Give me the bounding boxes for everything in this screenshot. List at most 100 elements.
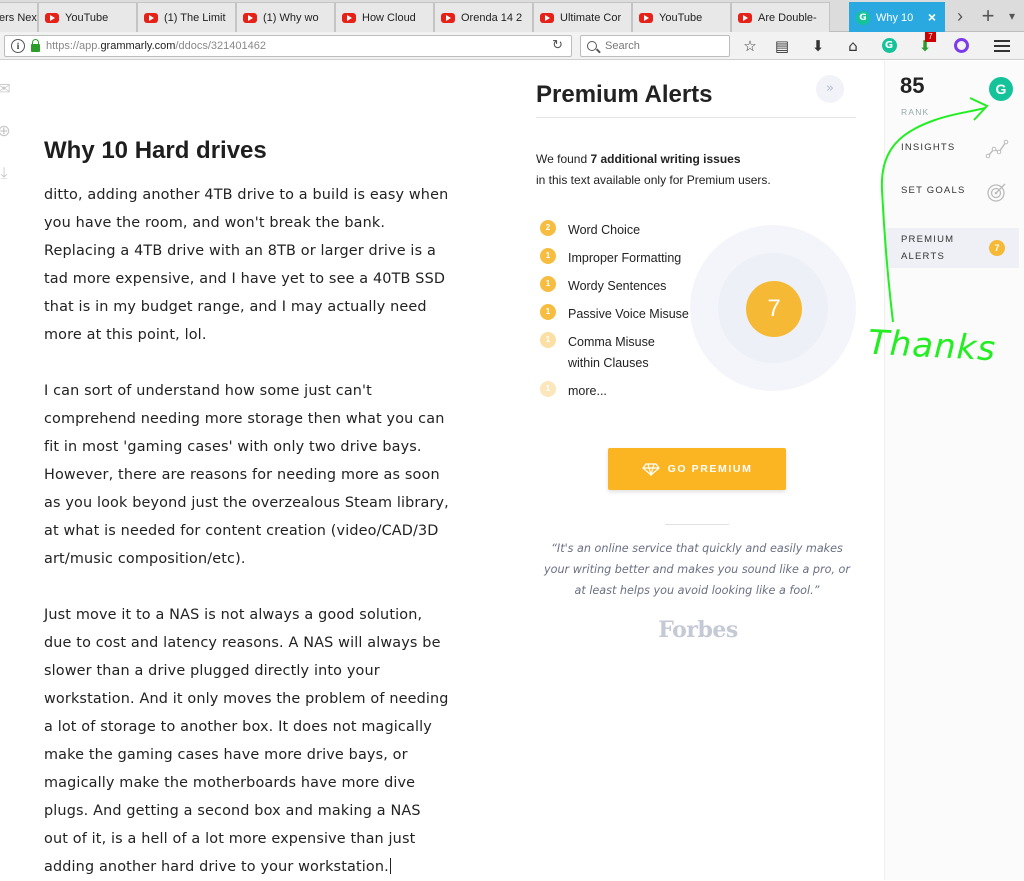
browser-tab-7[interactable]: YouTube: [632, 2, 731, 32]
download-badge: 7: [925, 32, 936, 42]
paragraph[interactable]: I can sort of understand how some just c…: [44, 377, 449, 573]
tab-label: (1) The Limit: [164, 11, 226, 24]
insights-chart-icon: [985, 137, 1009, 161]
tab-scroll-right-button[interactable]: ›: [948, 4, 972, 30]
forbes-logo: Forbes: [658, 617, 738, 643]
info-icon[interactable]: i: [11, 39, 25, 53]
url-text[interactable]: https://app.grammarly.com/ddocs/32140146…: [46, 40, 266, 52]
left-toolbar: ✉ ⊕ ⤓: [0, 61, 20, 191]
issue-count-badge: 1: [540, 248, 556, 264]
youtube-icon: [45, 12, 59, 23]
text-caret: [389, 858, 391, 874]
browser-tab-8[interactable]: Are Double-: [731, 2, 830, 32]
browser-tab-0[interactable]: ers Nex: [0, 2, 38, 32]
sidebar-item-insights[interactable]: INSIGHTS: [885, 131, 1019, 171]
grammarly-editor-page: ✉ ⊕ ⤓ Why 10 Hard drives ditto, adding a…: [0, 61, 1024, 880]
download-manager-icon[interactable]: ⬇ 7: [915, 32, 936, 55]
tab-label: Why 10: [876, 11, 914, 24]
youtube-icon: [243, 12, 257, 23]
browser-tab-2[interactable]: (1) The Limit: [137, 2, 236, 32]
premium-alerts-badge: 7: [989, 240, 1005, 256]
testimonial-quote: “It's an online service that quickly and…: [544, 542, 850, 597]
premium-alerts-panel: Premium Alerts » We found 7 additional w…: [512, 61, 884, 880]
download-icon[interactable]: ⤓: [0, 163, 14, 183]
total-alerts-count: 7: [746, 281, 802, 337]
youtube-icon: [441, 12, 455, 23]
thanks-annotation-text: Thanks: [867, 322, 998, 370]
grammarly-logo-icon[interactable]: G: [989, 77, 1013, 101]
tab-label: (1) Why wo: [263, 11, 319, 24]
new-tab-button[interactable]: +: [976, 4, 1000, 30]
sidebar-item-premium-alerts[interactable]: PREMIUM ALERTS 7: [885, 228, 1019, 268]
tab-label: Orenda 14 2: [461, 11, 523, 24]
youtube-icon: [639, 12, 653, 23]
download-icon[interactable]: ⬇: [808, 37, 828, 55]
issue-label: more...: [568, 384, 607, 398]
reader-view-icon[interactable]: ▤: [772, 37, 792, 55]
sidebar-item-label: INSIGHTS: [901, 142, 956, 153]
diamond-icon: [641, 463, 660, 476]
issue-label: Improper Formatting: [568, 251, 682, 265]
issue-count-badge: 1: [540, 332, 556, 348]
tab-list-dropdown-icon[interactable]: ▾: [1000, 4, 1024, 30]
issue-count-badge: 1: [540, 381, 556, 397]
issue-count-badge: 1: [540, 276, 556, 292]
tab-label: YouTube: [65, 11, 109, 24]
inbox-icon[interactable]: ✉: [0, 79, 14, 99]
extension-icon[interactable]: [951, 37, 971, 55]
youtube-icon: [540, 12, 554, 23]
premium-summary-text: We found 7 additional writing issues in …: [536, 152, 771, 187]
issue-label: Word Choice: [568, 223, 641, 237]
issue-label: Wordy Sentences: [568, 279, 667, 293]
bookmark-star-icon[interactable]: ☆: [740, 37, 760, 55]
lock-icon: [31, 39, 40, 52]
tab-label: ers Nex: [0, 11, 37, 24]
tab-label: YouTube: [659, 11, 703, 24]
youtube-icon: [342, 12, 356, 23]
sidebar-item-label: SET GOALS: [901, 185, 966, 196]
issue-label: Passive Voice Misuse: [568, 307, 689, 321]
browser-tab-strip: ers Nex YouTube (1) The Limit (1) Why wo…: [0, 0, 1024, 32]
divider: [536, 117, 856, 118]
divider: [665, 524, 729, 525]
sidebar-item-label: PREMIUM ALERTS: [901, 234, 955, 262]
youtube-icon: [738, 12, 752, 23]
right-sidebar: 85 RANK G INSIGHTS SET GOALS PREMIUM ALER…: [884, 61, 1024, 880]
browser-tab-active[interactable]: G Why 10 ×: [849, 2, 945, 32]
tab-label: Are Double-: [758, 11, 817, 24]
issue-count-badge: 1: [540, 304, 556, 320]
go-premium-button[interactable]: GO PREMIUM: [608, 448, 786, 490]
home-icon[interactable]: ⌂: [843, 37, 863, 55]
overall-score: 85: [900, 73, 925, 98]
url-bar[interactable]: i https://app.grammarly.com/ddocs/321401…: [4, 35, 572, 57]
browser-tab-4[interactable]: How Cloud: [335, 2, 434, 32]
menu-icon[interactable]: [992, 37, 1012, 55]
browser-tab-5[interactable]: Orenda 14 2: [434, 2, 533, 32]
paragraph[interactable]: Just move it to a NAS is not always a go…: [44, 601, 449, 881]
browser-tab-6[interactable]: Ultimate Cor: [533, 2, 632, 32]
youtube-icon: [144, 12, 158, 23]
browser-tab-1[interactable]: YouTube: [38, 2, 137, 32]
go-premium-label: GO PREMIUM: [667, 463, 753, 475]
target-icon: [985, 180, 1009, 204]
search-placeholder: Search: [605, 40, 640, 52]
score-label: RANK: [901, 107, 930, 117]
issue-label: Comma Misuse within Clauses: [568, 335, 655, 370]
issue-count-badge: 2: [540, 220, 556, 236]
collapse-panel-button[interactable]: »: [816, 75, 844, 103]
grammarly-icon: G: [856, 10, 870, 25]
add-icon[interactable]: ⊕: [0, 121, 14, 141]
browser-tab-3[interactable]: (1) Why wo: [236, 2, 335, 32]
tab-label: How Cloud: [362, 11, 416, 24]
search-icon: [587, 41, 597, 51]
browser-navigation-bar: i https://app.grammarly.com/ddocs/321401…: [0, 32, 1024, 60]
document-title[interactable]: Why 10 Hard drives: [44, 137, 267, 165]
reload-icon[interactable]: ↻: [552, 38, 563, 53]
paragraph[interactable]: ditto, adding another 4TB drive to a bui…: [44, 181, 449, 349]
sidebar-item-set-goals[interactable]: SET GOALS: [885, 174, 1019, 214]
close-tab-button[interactable]: ×: [928, 9, 936, 25]
search-input[interactable]: Search: [580, 35, 730, 57]
panel-title: Premium Alerts: [536, 81, 713, 108]
document-editor[interactable]: ditto, adding another 4TB drive to a bui…: [44, 181, 449, 881]
grammarly-extension-icon[interactable]: G: [879, 37, 899, 55]
